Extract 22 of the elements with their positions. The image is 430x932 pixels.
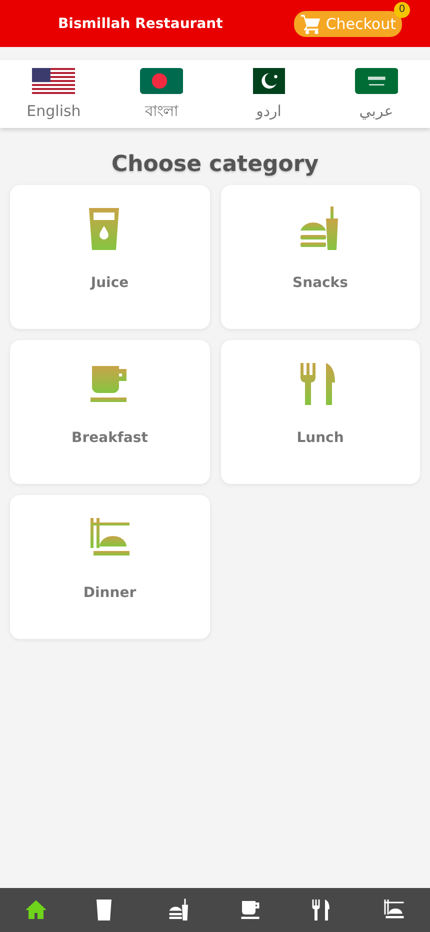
flag-icon[interactable] xyxy=(354,68,398,94)
cart-count-badge: 0 xyxy=(394,2,410,18)
language-option[interactable]: عربي xyxy=(359,100,394,122)
restaurant-title: Bismillah Restaurant xyxy=(58,16,224,32)
language-option[interactable]: বাংলা xyxy=(144,100,178,122)
category-label: Dinner xyxy=(83,585,136,601)
category-card[interactable]: Juice xyxy=(10,185,210,329)
category-card[interactable]: Breakfast xyxy=(10,340,210,484)
home-icon[interactable] xyxy=(24,898,48,922)
section-heading: Choose category xyxy=(110,152,320,177)
flag-icon[interactable] xyxy=(32,68,76,94)
language-option[interactable]: اردو xyxy=(256,100,282,122)
category-card[interactable]: Lunch xyxy=(220,340,420,484)
language-option[interactable]: English xyxy=(26,100,81,122)
category-label: Juice xyxy=(90,275,129,291)
cart-icon xyxy=(300,12,322,34)
category-label: Breakfast xyxy=(72,430,148,446)
category-label: Lunch xyxy=(296,430,344,446)
category-card[interactable]: Snacks xyxy=(220,185,420,329)
category-label: Snacks xyxy=(292,275,348,291)
flag-icon[interactable] xyxy=(252,68,285,94)
category-card[interactable]: Dinner xyxy=(10,495,210,639)
